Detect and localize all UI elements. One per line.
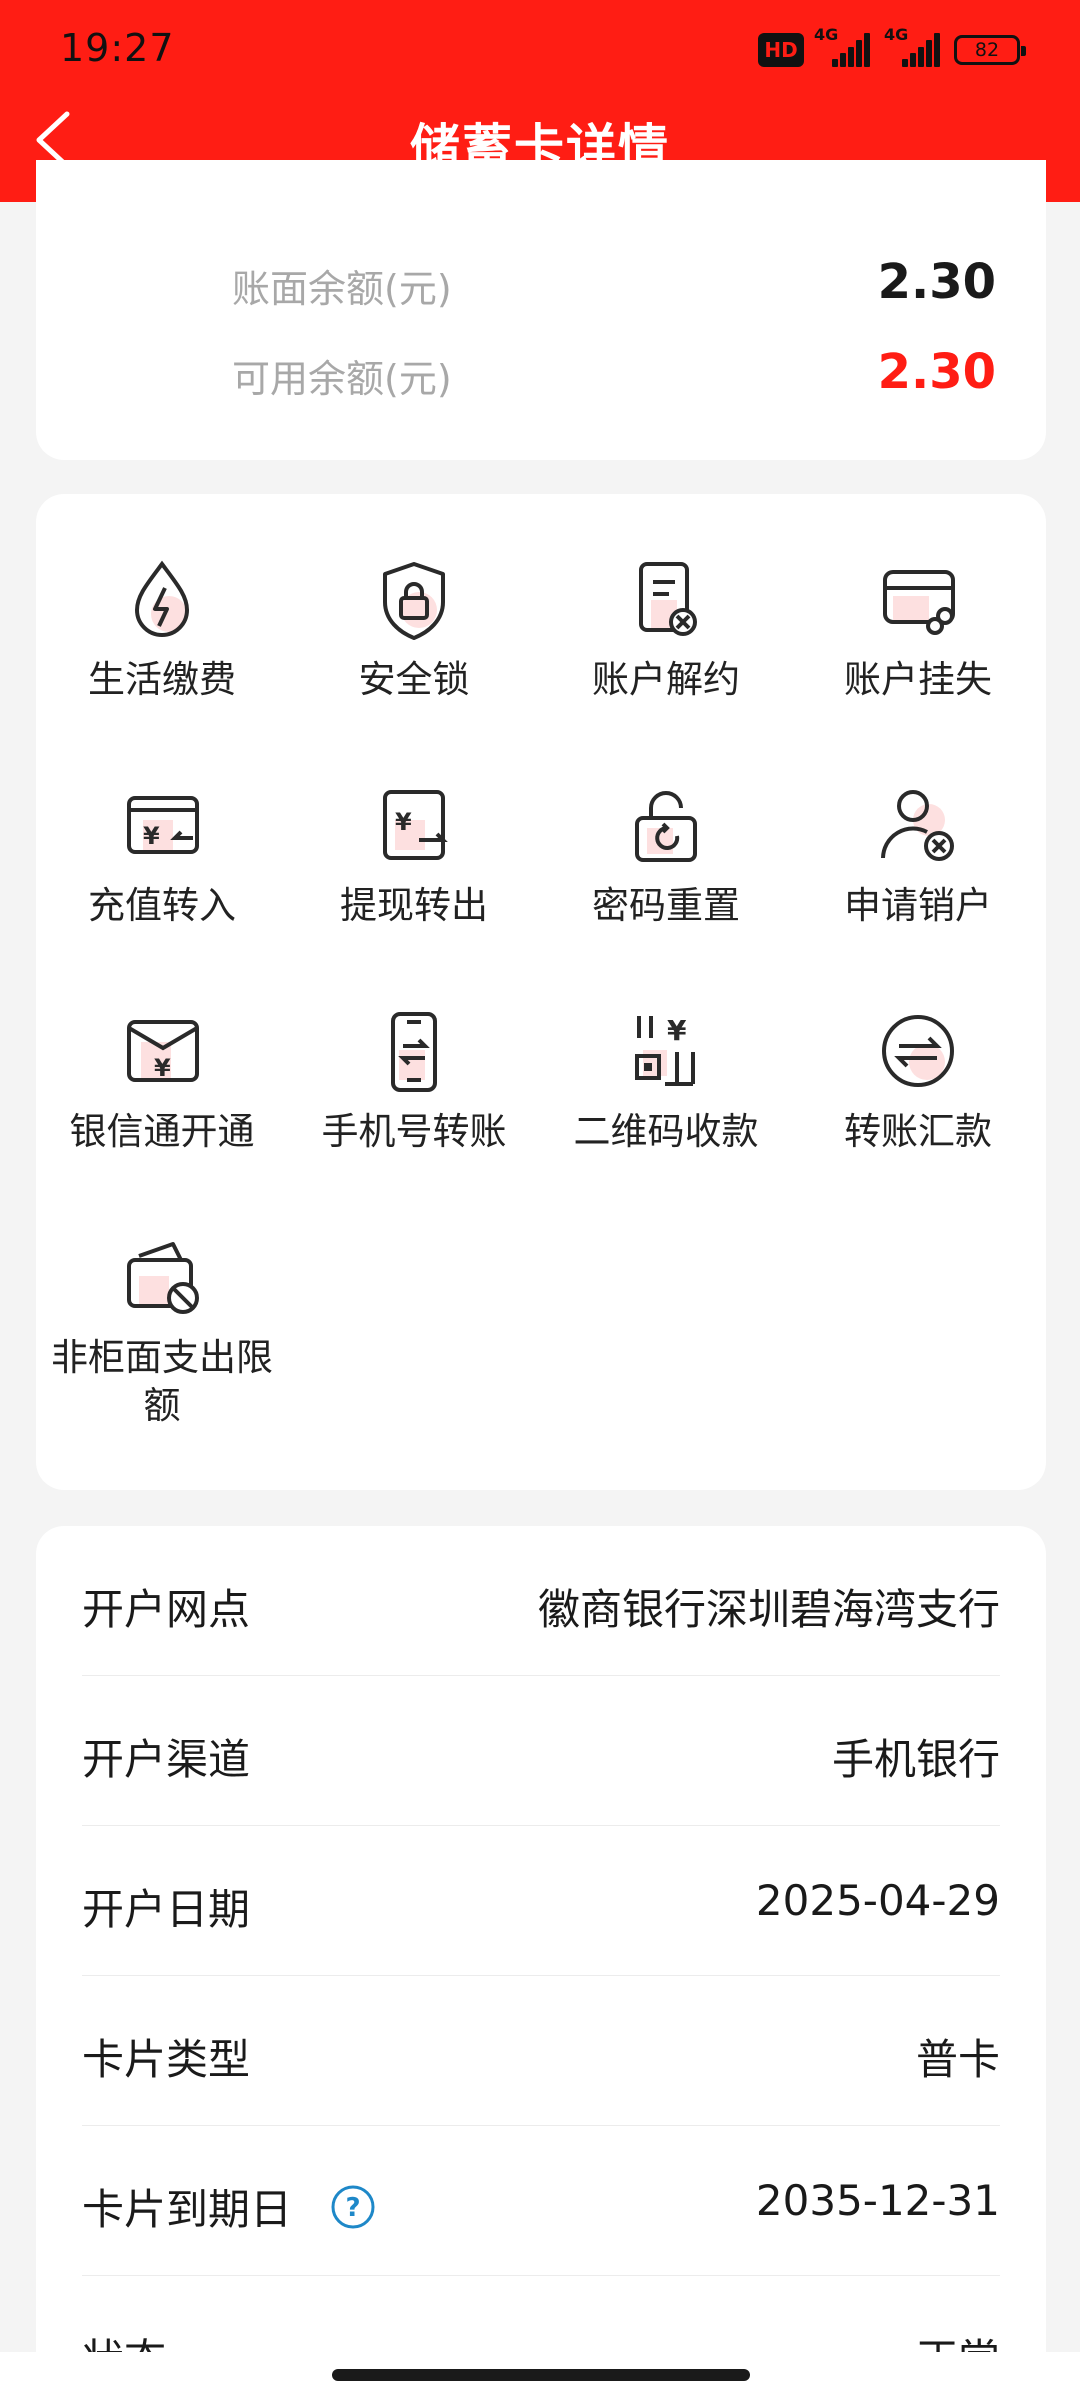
info-label: 开户网点 (82, 1585, 251, 1634)
info-value: 2035-12-31 (755, 2176, 1000, 2225)
lock-refresh-icon (635, 791, 697, 862)
signal-icon-2: 4G (884, 25, 944, 67)
network-type-1: 4G (814, 25, 839, 44)
func-top-up[interactable]: ¥ 充值转入 (36, 780, 288, 930)
func-label: 提现转出 (340, 884, 488, 927)
book-balance-value: 2.30 (877, 254, 996, 310)
available-balance-label: 可用余额(元) (232, 357, 452, 401)
battery-level: 82 (974, 39, 1000, 61)
svg-text:¥: ¥ (143, 822, 160, 850)
balance-card: 账面余额(元) 2.30 可用余额(元) 2.30 (36, 160, 1046, 460)
user-cancel-icon (881, 790, 954, 861)
func-label: 账户解约 (592, 658, 740, 701)
screen: 19:27 HD 4G 4G 82 储蓄卡详情 账面余额(元) 2.30 可用余… (0, 0, 1080, 2400)
func-security-lock[interactable]: 安全锁 (288, 554, 540, 704)
signal-icon: 4G (814, 25, 874, 67)
func-life-payment[interactable]: 生活缴费 (36, 554, 288, 704)
shield-lock-icon (383, 562, 445, 640)
wallet-limit-icon (127, 1242, 199, 1314)
book-balance-row: 账面余额(元) 2.30 (36, 246, 1046, 316)
yuan-card-out-icon: ¥ (383, 790, 448, 860)
func-report-loss[interactable]: 账户挂失 (792, 554, 1044, 704)
book-balance-label: 账面余额(元) (232, 267, 452, 311)
info-value: 徽商银行深圳碧海湾支行 (537, 1585, 1000, 1634)
func-qr-receive[interactable]: ¥ 二维码收款 (540, 1006, 792, 1156)
func-label: 手机号转账 (321, 1110, 507, 1153)
func-label: 转账汇款 (844, 1110, 992, 1153)
func-label: 安全锁 (358, 658, 470, 701)
available-balance-row: 可用余额(元) 2.30 (36, 336, 1046, 406)
info-label: 开户日期 (82, 1885, 251, 1934)
lightning-drop-icon (134, 560, 190, 637)
question-circle-icon[interactable]: ? (330, 2184, 376, 2230)
account-info-card: 开户网点 徽商银行深圳碧海湾支行 开户渠道 手机银行 开户日期 2025-04-… (36, 1526, 1046, 2400)
func-label: 银信通开通 (69, 1110, 255, 1153)
yuan-envelope-icon: ¥ (127, 1020, 199, 1082)
home-indicator[interactable] (332, 2369, 750, 2381)
func-withdraw[interactable]: ¥ 提现转出 (288, 780, 540, 930)
info-label: 卡片类型 (82, 2035, 251, 2084)
func-account-termination[interactable]: 账户解约 (540, 554, 792, 704)
document-cancel-icon (639, 562, 697, 636)
info-row-card-type: 卡片类型 普卡 (82, 1976, 1000, 2126)
yuan-card-in-icon: ¥ (127, 796, 199, 854)
available-balance-value: 2.30 (877, 344, 996, 400)
info-value: 2025-04-29 (755, 1876, 1000, 1925)
status-time: 19:27 (60, 26, 175, 70)
info-value: 普卡 (915, 2035, 1000, 2084)
func-transfer-remit[interactable]: 转账汇款 (792, 1006, 1044, 1156)
func-non-counter-limit[interactable]: 非柜面支出限额 (36, 1232, 288, 1430)
func-label: 充值转入 (88, 884, 236, 927)
info-label: 开户渠道 (82, 1735, 251, 1784)
battery-icon: 82 (954, 35, 1026, 65)
card-link-icon (883, 570, 955, 635)
func-label: 申请销户 (844, 884, 992, 927)
phone-transfer-icon (391, 1012, 437, 1092)
network-type-2: 4G (884, 25, 909, 44)
info-row-channel: 开户渠道 手机银行 (82, 1676, 1000, 1826)
info-value: 手机银行 (831, 1735, 1000, 1784)
func-label: 非柜面支出限额 (51, 1336, 273, 1427)
status-icons: HD 4G 4G 82 (758, 25, 1026, 72)
func-label: 生活缴费 (88, 658, 236, 701)
func-sms-notify[interactable]: ¥ 银信通开通 (36, 1006, 288, 1156)
info-label: 卡片到期日 (82, 2185, 293, 2234)
svg-text:?: ? (345, 2193, 360, 2223)
qr-yuan-icon: ¥ (635, 1014, 695, 1086)
func-label: 二维码收款 (573, 1110, 759, 1153)
func-close-account[interactable]: 申请销户 (792, 780, 1044, 930)
func-label: 密码重置 (592, 884, 740, 927)
function-grid: 生活缴费 安全锁 账户解约 账户挂失 ¥ 充值转入 ¥ 提现转出 密码重置 申请… (36, 494, 1046, 1490)
func-label: 账户挂失 (844, 658, 992, 701)
info-row-expiry: 卡片到期日 ? 2035-12-31 (82, 2126, 1000, 2276)
info-row-branch: 开户网点 徽商银行深圳碧海湾支行 (82, 1526, 1000, 1676)
hd-badge: HD (758, 33, 804, 67)
svg-text:¥: ¥ (395, 808, 412, 836)
info-row-open-date: 开户日期 2025-04-29 (82, 1826, 1000, 1976)
func-phone-transfer[interactable]: 手机号转账 (288, 1006, 540, 1156)
svg-text:¥: ¥ (667, 1014, 687, 1047)
transfer-arrows-icon (882, 1015, 954, 1087)
svg-text:¥: ¥ (154, 1054, 171, 1082)
func-password-reset[interactable]: 密码重置 (540, 780, 792, 930)
